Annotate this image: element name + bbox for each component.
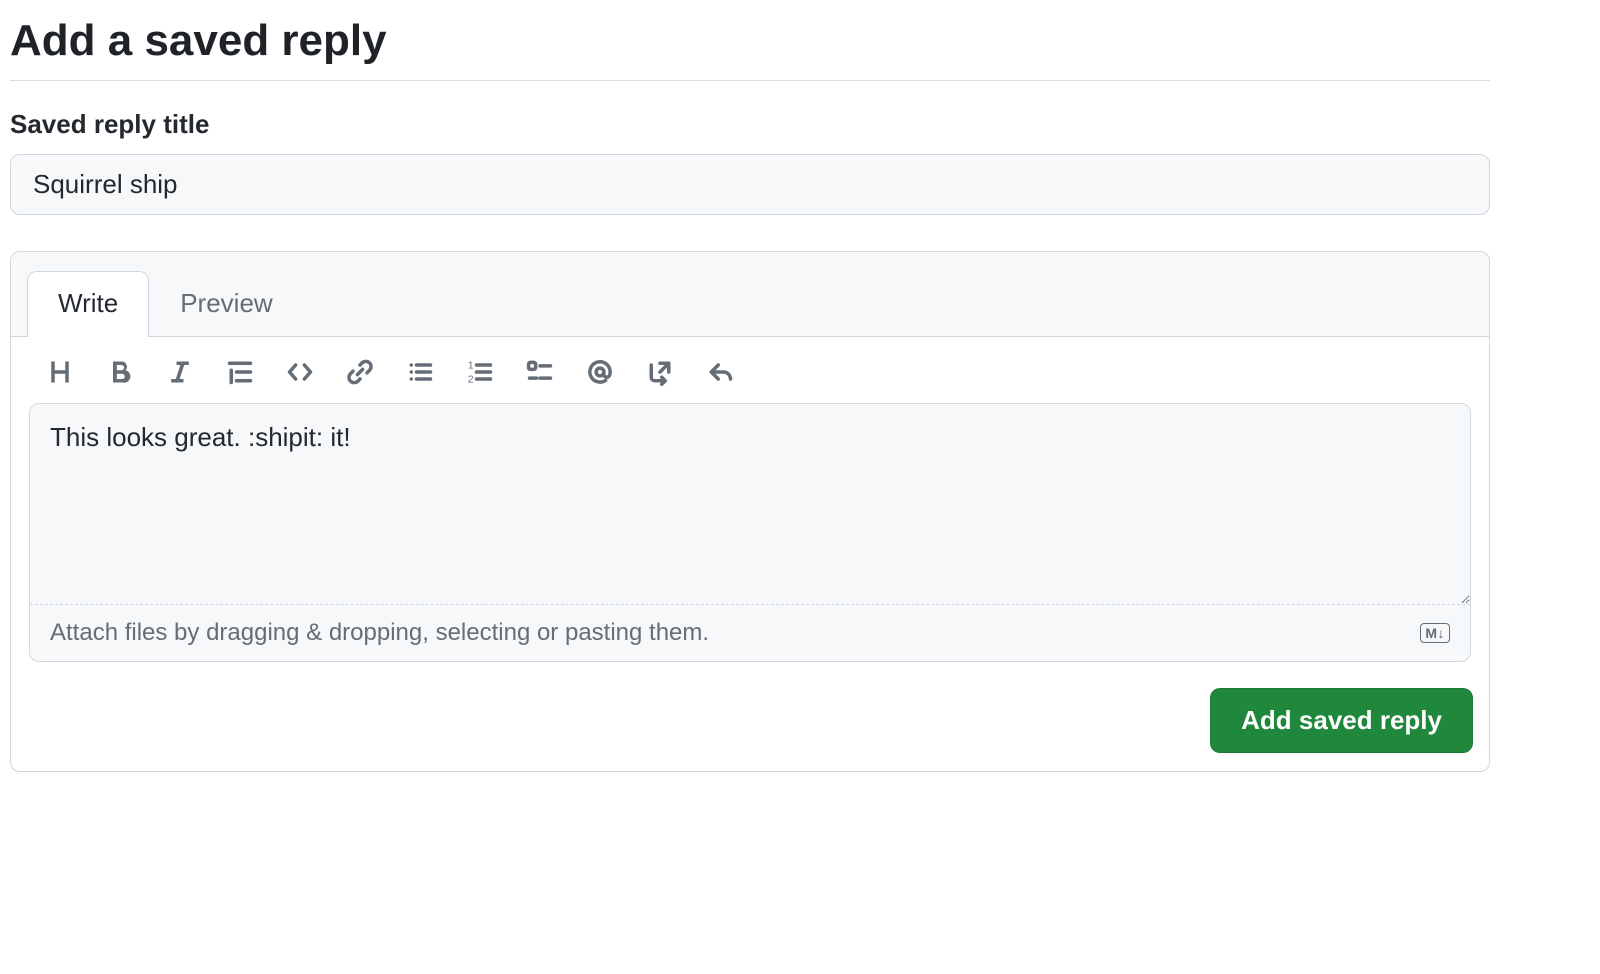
- quote-icon[interactable]: [225, 357, 255, 387]
- attach-files-row[interactable]: Attach files by dragging & dropping, sel…: [30, 604, 1470, 661]
- editor-container: Write Preview: [10, 251, 1490, 772]
- body-textarea[interactable]: [30, 404, 1470, 604]
- bold-icon[interactable]: [105, 357, 135, 387]
- page-title: Add a saved reply: [10, 16, 1490, 81]
- title-input[interactable]: [10, 154, 1490, 215]
- tab-write[interactable]: Write: [27, 271, 149, 337]
- mention-icon[interactable]: [585, 357, 615, 387]
- italic-icon[interactable]: [165, 357, 195, 387]
- tasklist-icon[interactable]: [525, 357, 555, 387]
- title-label: Saved reply title: [10, 109, 1490, 140]
- saved-reply-icon[interactable]: [705, 357, 735, 387]
- svg-text:1: 1: [468, 360, 474, 372]
- cross-reference-icon[interactable]: [645, 357, 675, 387]
- link-icon[interactable]: [345, 357, 375, 387]
- ordered-list-icon[interactable]: 12: [465, 357, 495, 387]
- body-area: Attach files by dragging & dropping, sel…: [29, 403, 1471, 662]
- code-icon[interactable]: [285, 357, 315, 387]
- tab-preview[interactable]: Preview: [149, 271, 303, 337]
- unordered-list-icon[interactable]: [405, 357, 435, 387]
- editor-tabs: Write Preview: [11, 252, 1489, 337]
- svg-text:2: 2: [468, 374, 474, 386]
- heading-icon[interactable]: [45, 357, 75, 387]
- editor-toolbar: 12: [11, 337, 1489, 403]
- add-saved-reply-button[interactable]: Add saved reply: [1210, 688, 1473, 753]
- markdown-icon[interactable]: M↓: [1420, 623, 1450, 643]
- attach-hint-text: Attach files by dragging & dropping, sel…: [50, 619, 709, 647]
